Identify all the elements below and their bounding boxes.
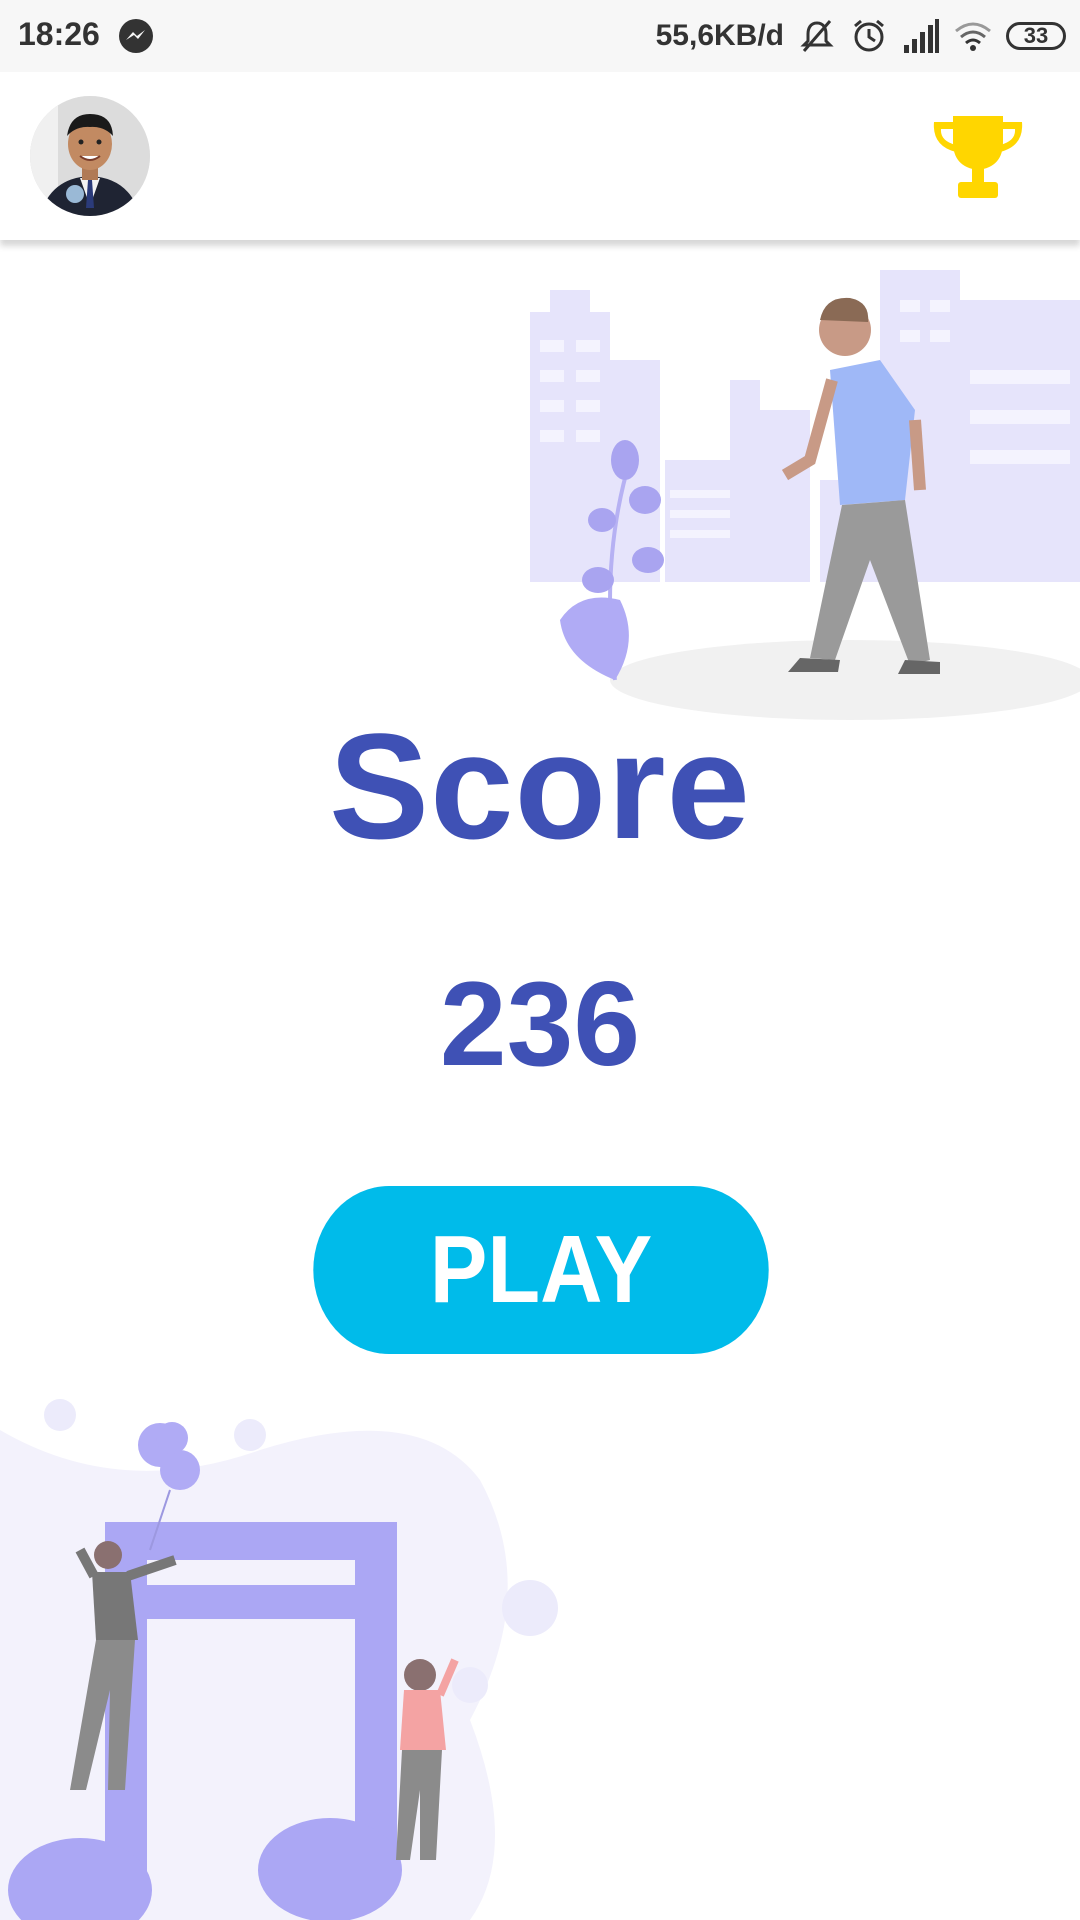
signal-icon [904, 19, 939, 53]
mute-bell-icon [800, 20, 834, 52]
battery-icon: 33 [1006, 22, 1066, 50]
score-label: Score [329, 702, 751, 870]
messenger-icon [119, 19, 153, 53]
network-speed: 55,6KB/d [655, 19, 784, 52]
profile-avatar[interactable] [30, 96, 150, 216]
alarm-icon [854, 19, 884, 52]
app-bar [0, 72, 1080, 240]
score-value: 236 [439, 957, 641, 1091]
music-note-illustration [0, 1399, 558, 1920]
wifi-icon [955, 22, 991, 51]
city-walker-illustration [530, 270, 1080, 720]
status-bar: 18:26 55,6KB/d 33 [0, 0, 1080, 72]
trophy-icon[interactable] [928, 112, 1028, 202]
play-button[interactable]: PLAY [313, 1186, 769, 1354]
status-time: 18:26 [18, 16, 100, 52]
